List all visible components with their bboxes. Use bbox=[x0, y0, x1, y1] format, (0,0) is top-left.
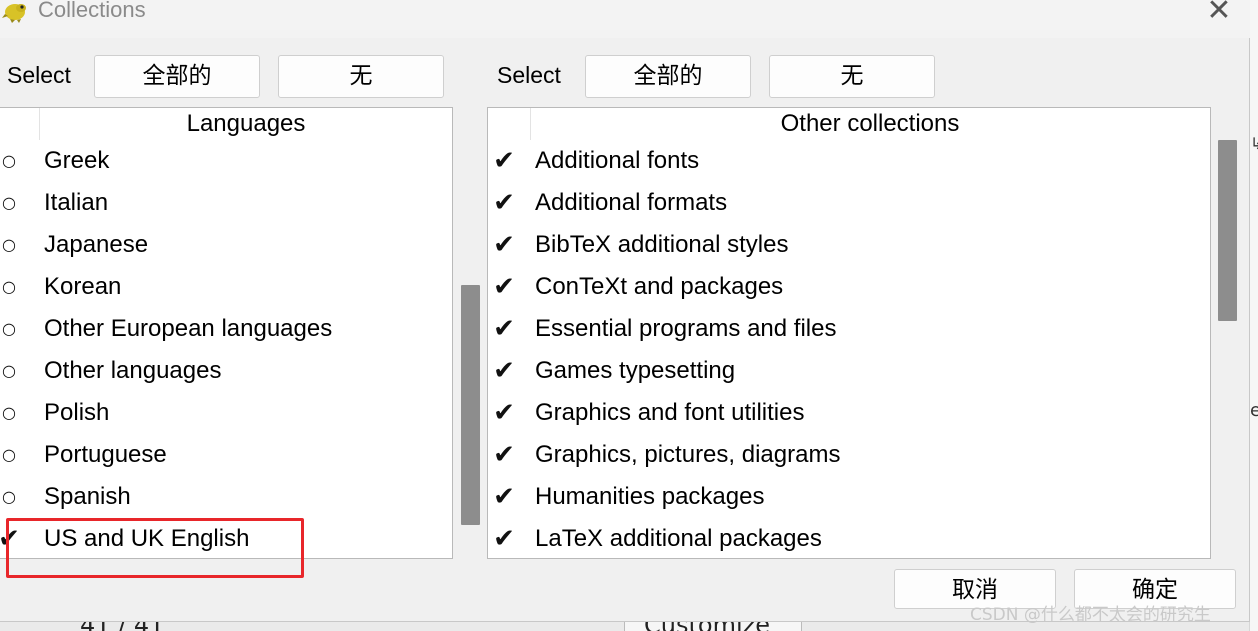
list-item[interactable]: ○ Japanese bbox=[0, 224, 452, 266]
background-window-edge bbox=[1249, 0, 1258, 631]
collections-dialog: Collections ✕ Select 全部的 无 Select 全部的 无 … bbox=[0, 0, 1250, 622]
other-collections-scrollbar-thumb[interactable] bbox=[1218, 140, 1237, 321]
list-item-label: BibTeX additional styles bbox=[535, 231, 789, 258]
list-item-label: ConTeXt and packages bbox=[535, 273, 784, 300]
list-item[interactable]: ✔ Humanities packages bbox=[488, 476, 1210, 518]
close-button[interactable]: ✕ bbox=[1196, 0, 1242, 28]
checkmark-icon[interactable]: ✔ bbox=[491, 224, 517, 266]
list-item-label: Additional formats bbox=[535, 189, 728, 216]
unchecked-circle-icon[interactable]: ○ bbox=[0, 182, 22, 224]
list-item[interactable]: ○ Greek bbox=[0, 140, 452, 182]
list-item-label: Graphics, pictures, diagrams bbox=[535, 441, 841, 468]
list-item[interactable]: ✔ BibTeX additional styles bbox=[488, 224, 1210, 266]
list-item[interactable]: ○ Korean bbox=[0, 266, 452, 308]
other-collections-list[interactable]: Other collections ✔ Additional fonts ✔ Addi… bbox=[487, 107, 1211, 559]
background-edge-glyph: e bbox=[1250, 400, 1258, 421]
list-item[interactable]: ✔ US and UK English bbox=[0, 518, 452, 558]
list-item-label: Korean bbox=[44, 273, 122, 300]
list-item-label: Games typesetting bbox=[535, 357, 736, 384]
unchecked-circle-icon[interactable]: ○ bbox=[0, 350, 22, 392]
list-item[interactable]: ○ Portuguese bbox=[0, 434, 452, 476]
list-item-label: US and UK English bbox=[44, 525, 250, 552]
select-label: Select bbox=[497, 62, 561, 88]
close-icon: ✕ bbox=[1206, 0, 1232, 28]
list-item[interactable]: ✔ ConTeXt and packages bbox=[488, 266, 1210, 308]
list-item-label: Spanish bbox=[44, 483, 131, 510]
checkmark-icon[interactable]: ✔ bbox=[491, 140, 517, 182]
list-item[interactable]: ○ Spanish bbox=[0, 476, 452, 518]
list-item-label: Japanese bbox=[44, 231, 149, 258]
watermark: CSDN @什么都不太会的研究生 bbox=[970, 605, 1211, 625]
app-icon bbox=[2, 4, 26, 23]
unchecked-circle-icon[interactable]: ○ bbox=[0, 434, 22, 476]
languages-scrollbar-thumb[interactable] bbox=[461, 285, 480, 525]
languages-scrollbar[interactable] bbox=[458, 107, 484, 559]
unchecked-circle-icon[interactable]: ○ bbox=[0, 266, 22, 308]
unchecked-circle-icon[interactable]: ○ bbox=[0, 476, 22, 518]
select-none-collections-button[interactable]: 无 bbox=[769, 55, 935, 98]
checkmark-icon[interactable]: ✔ bbox=[491, 266, 517, 308]
list-item[interactable]: ○ Italian bbox=[0, 182, 452, 224]
checkmark-icon[interactable]: ✔ bbox=[491, 308, 517, 350]
other-collections-header-label: Other collections bbox=[780, 110, 960, 137]
list-item[interactable]: ✔ Games typesetting bbox=[488, 350, 1210, 392]
list-item-label: Italian bbox=[44, 189, 109, 216]
list-item[interactable]: ✔ Graphics and font utilities bbox=[488, 392, 1210, 434]
unchecked-circle-icon[interactable]: ○ bbox=[0, 140, 22, 182]
languages-list[interactable]: Languages ○ Greek ○ Italian ○ Japanese ○ Korean… bbox=[0, 107, 453, 559]
languages-list-header[interactable]: Languages bbox=[0, 108, 452, 140]
list-item[interactable]: ○ Other European languages bbox=[0, 308, 452, 350]
background-edge-glyph: ↳ bbox=[1250, 134, 1258, 153]
list-item[interactable]: ✔ Graphics, pictures, diagrams bbox=[488, 434, 1210, 476]
title-bar[interactable]: Collections ✕ bbox=[0, 0, 1250, 38]
unchecked-circle-icon[interactable]: ○ bbox=[0, 308, 22, 350]
list-item-label: Other languages bbox=[44, 357, 222, 384]
checkmark-icon[interactable]: ✔ bbox=[491, 476, 517, 518]
list-item-label: Polish bbox=[44, 399, 110, 426]
checkmark-icon[interactable]: ✔ bbox=[491, 182, 517, 224]
checkmark-icon[interactable]: ✔ bbox=[491, 434, 517, 476]
list-item-label: Portuguese bbox=[44, 441, 167, 468]
checkmark-icon[interactable]: ✔ bbox=[491, 350, 517, 392]
window-title: Collections bbox=[38, 0, 146, 22]
select-all-collections-button[interactable]: 全部的 bbox=[585, 55, 751, 98]
list-item-label: Greek bbox=[44, 147, 110, 174]
checkmark-icon[interactable]: ✔ bbox=[0, 518, 22, 558]
list-item-label: Humanities packages bbox=[535, 483, 765, 510]
other-collections-list-header[interactable]: Other collections bbox=[488, 108, 1210, 140]
list-item[interactable]: ✔ Additional fonts bbox=[488, 140, 1210, 182]
list-item-label: Essential programs and files bbox=[535, 315, 837, 342]
list-item[interactable]: ✔ LaTeX additional packages bbox=[488, 518, 1210, 558]
unchecked-circle-icon[interactable]: ○ bbox=[0, 224, 22, 266]
list-item[interactable]: ✔ Essential programs and files bbox=[488, 308, 1210, 350]
list-item[interactable]: ○ Polish bbox=[0, 392, 452, 434]
list-item-label: Graphics and font utilities bbox=[535, 399, 805, 426]
select-none-languages-button[interactable]: 无 bbox=[278, 55, 444, 98]
languages-header-label: Languages bbox=[186, 110, 306, 137]
list-item[interactable]: ✔ Additional formats bbox=[488, 182, 1210, 224]
list-item[interactable]: ○ Other languages bbox=[0, 350, 452, 392]
checkmark-icon[interactable]: ✔ bbox=[491, 518, 517, 558]
list-item-label: Other European languages bbox=[44, 315, 333, 342]
select-label: Select bbox=[7, 62, 71, 88]
other-collections-scrollbar[interactable] bbox=[1215, 107, 1241, 559]
checkmark-icon[interactable]: ✔ bbox=[491, 392, 517, 434]
select-all-languages-button[interactable]: 全部的 bbox=[94, 55, 260, 98]
list-item-label: Additional fonts bbox=[535, 147, 700, 174]
unchecked-circle-icon[interactable]: ○ bbox=[0, 392, 22, 434]
list-item-label: LaTeX additional packages bbox=[535, 525, 822, 552]
